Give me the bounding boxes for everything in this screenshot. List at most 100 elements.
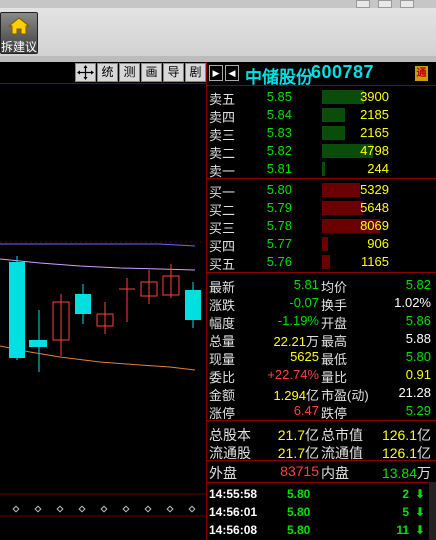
tick-row[interactable]: 14:56:08 5.80 11 ⬇	[207, 521, 436, 539]
tick-price: 5.80	[287, 505, 311, 519]
home-icon	[8, 17, 30, 35]
bid-level-label: 买五	[209, 257, 236, 272]
minimize-button[interactable]	[356, 0, 370, 8]
capital-value-unit: 亿	[305, 427, 319, 443]
script-button[interactable]: 剧	[185, 63, 206, 82]
crosshair-button[interactable]	[75, 63, 96, 82]
capital-row: 流通股 21.7亿 流通值 126.1亿	[207, 442, 436, 461]
ask-row[interactable]: 卖二 5.82 4798	[207, 142, 436, 161]
bid-price: 5.78	[266, 218, 292, 233]
bid-row[interactable]: 买二 5.79 5648	[207, 199, 436, 218]
quote-value: 5.86	[405, 313, 431, 328]
tick-row[interactable]: 14:55:58 5.80 2 ⬇	[207, 485, 436, 503]
ask-price: 5.84	[266, 107, 292, 122]
divider	[207, 460, 436, 461]
ask-volume: 3900	[360, 89, 389, 104]
tick-row[interactable]: 14:56:01 5.80 5 ⬇	[207, 503, 436, 521]
title-strip	[0, 0, 436, 8]
quote-value: +22.74%	[267, 367, 319, 382]
ask-volume: 2185	[360, 107, 389, 122]
tick-price: 5.80	[287, 487, 311, 501]
bid-row[interactable]: 买四 5.77 906	[207, 235, 436, 254]
home-button[interactable]: 拆建议	[0, 12, 38, 54]
ask-volume-bar	[322, 126, 345, 140]
quote-value-number: 1.294	[273, 388, 306, 403]
quote-value: 5.80	[405, 349, 431, 364]
quote-value-number: 22.21	[273, 334, 306, 349]
tick-time: 14:55:58	[209, 487, 258, 501]
next-stock-button[interactable]: ◀	[225, 65, 239, 81]
stock-name: 中储股份	[245, 68, 313, 87]
bid-volume-bar	[322, 255, 330, 269]
close-button[interactable]	[400, 0, 414, 8]
quote-row: 总量 22.21万 最高 5.88	[207, 330, 436, 349]
down-arrow-icon: ⬇	[414, 487, 425, 501]
quote-value: 6.47	[294, 403, 319, 418]
bid-row[interactable]: 买一 5.80 5329	[207, 181, 436, 200]
capital-row: 总股本 21.7亿 总市值 126.1亿	[207, 424, 436, 443]
bid-volume: 906	[367, 236, 389, 251]
quote-value-number: -0.07	[289, 295, 319, 310]
ask-row[interactable]: 卖四 5.84 2185	[207, 106, 436, 125]
bid-row[interactable]: 买三 5.78 8069	[207, 217, 436, 236]
chart-toolbar: 统 测 画 导 剧	[0, 62, 206, 84]
app-header: 拆建议	[0, 0, 436, 62]
capital-value-number: 126.1	[381, 427, 417, 443]
quote-value-number: +22.74%	[267, 367, 319, 382]
draw-button[interactable]: 画	[141, 63, 162, 82]
ma-line-orange	[0, 345, 196, 371]
capital-value-unit: 亿	[417, 427, 431, 443]
quote-panel: ▶ ◀ 中储股份 600787 通 卖五 5.85 3900 卖四 5.84 2185 卖三…	[206, 62, 436, 540]
ma-line-blue	[0, 243, 196, 247]
ask-volume: 4798	[360, 143, 389, 158]
quote-value: 1.02%	[394, 295, 431, 310]
kline-chart[interactable]	[0, 84, 206, 540]
event-markers	[12, 505, 196, 513]
stock-badge[interactable]: 通	[415, 66, 428, 81]
quote-value: -1.19%	[278, 313, 319, 328]
inner-label: 内盘	[321, 465, 349, 481]
ask-price: 5.81	[266, 161, 292, 176]
quote-row: 委比 +22.74% 量比 0.91	[207, 366, 436, 385]
down-arrow-icon: ⬇	[414, 505, 425, 519]
crosshair-icon	[77, 65, 94, 80]
tick-time: 14:56:01	[209, 505, 258, 519]
capital-value-number: 126.1	[381, 445, 417, 461]
capital-value-unit: 亿	[305, 445, 319, 461]
quote-value: 21.28	[398, 385, 431, 400]
export-button[interactable]: 导	[163, 63, 184, 82]
inner-value-unit: 万	[417, 465, 431, 481]
ask-row[interactable]: 卖三 5.83 2165	[207, 124, 436, 143]
quote-value-unit: 亿	[305, 388, 319, 403]
ask-row[interactable]: 卖一 5.81 244	[207, 160, 436, 179]
measure-button[interactable]: 测	[119, 63, 140, 82]
quote-value: 0.91	[405, 367, 431, 382]
home-button-label: 拆建议	[1, 40, 38, 54]
quote-value: 5625	[290, 349, 319, 364]
bid-volume: 5648	[360, 200, 389, 215]
ask-row[interactable]: 卖五 5.85 3900	[207, 88, 436, 107]
divider	[207, 272, 436, 273]
bid-volume-bar	[322, 237, 328, 251]
quote-value: 5.88	[405, 331, 431, 346]
maximize-button[interactable]	[378, 0, 392, 8]
prev-stock-button[interactable]: ▶	[209, 65, 223, 81]
kline-canvas	[0, 241, 206, 517]
quote-row: 涨停 6.47 跌停 5.29	[207, 402, 436, 421]
capital-value-number: 21.7	[277, 445, 305, 461]
tick-price: 5.80	[287, 523, 311, 537]
capital-value-number: 21.7	[277, 427, 305, 443]
ask-price: 5.82	[266, 143, 292, 158]
bid-volume: 8069	[360, 218, 389, 233]
divider	[207, 178, 436, 179]
tick-scrollbar[interactable]	[429, 482, 436, 540]
bid-price: 5.77	[266, 236, 292, 251]
stats-button[interactable]: 统	[97, 63, 118, 82]
tick-volume: 5	[402, 505, 409, 519]
tick-volume: 11	[396, 523, 409, 537]
outer-value: 83715	[280, 463, 319, 479]
bid-volume: 1165	[361, 254, 389, 269]
ask-volume: 2165	[360, 125, 389, 140]
candle-down	[75, 294, 91, 314]
bid-row[interactable]: 买五 5.76 1165	[207, 253, 436, 272]
